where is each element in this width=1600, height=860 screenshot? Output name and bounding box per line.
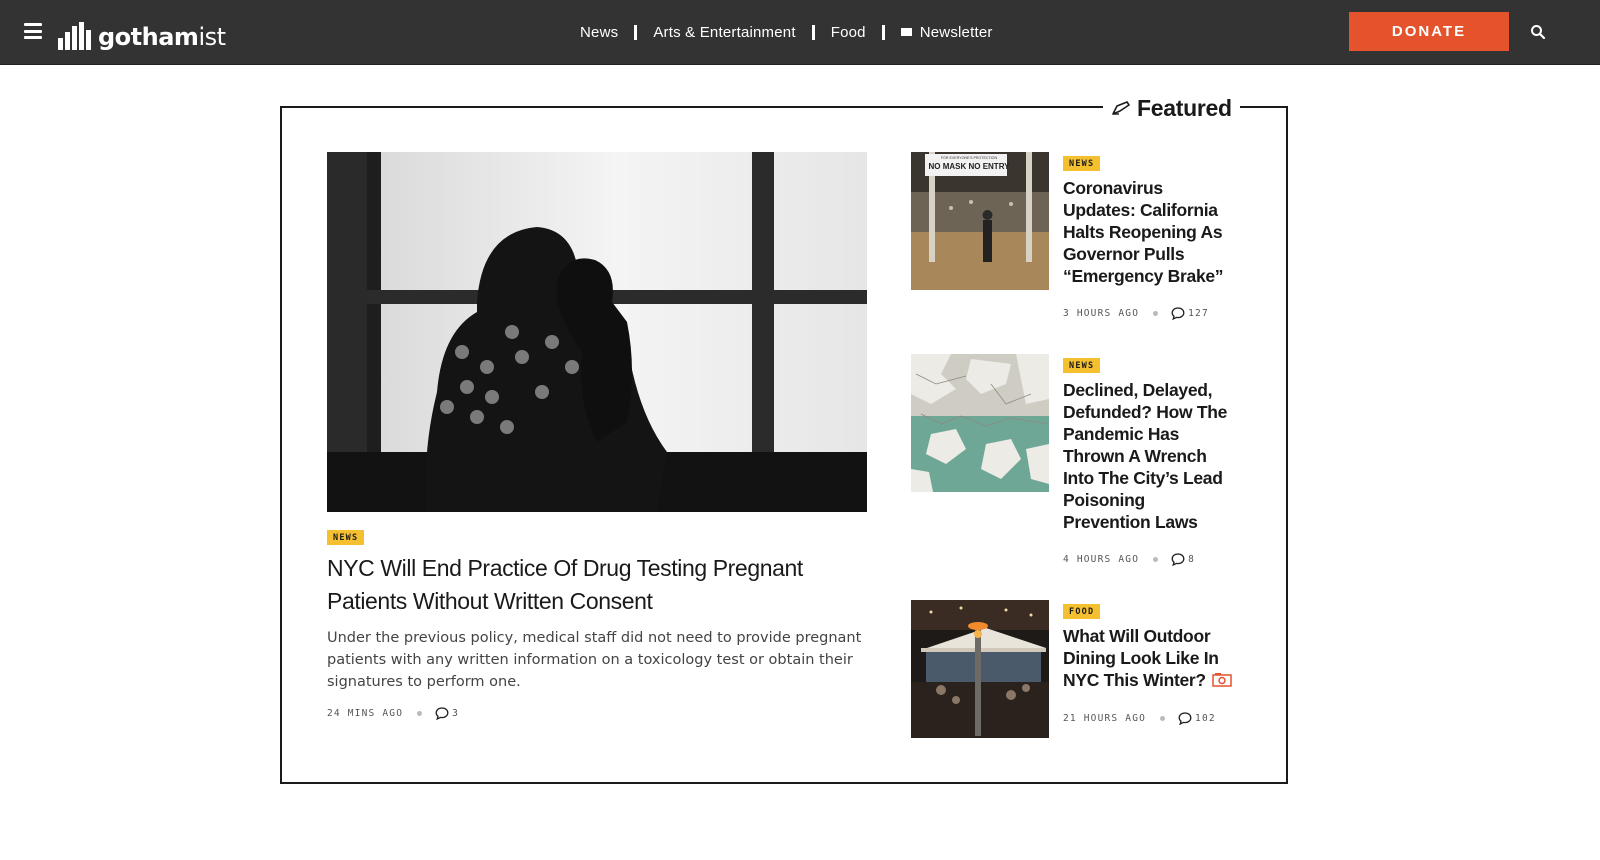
main-story-image[interactable] bbox=[327, 152, 867, 512]
featured-label: Featured bbox=[1137, 94, 1232, 121]
hamburger-icon[interactable] bbox=[24, 23, 42, 39]
side-story-image-lead-paint[interactable] bbox=[911, 354, 1049, 492]
meta-dot bbox=[417, 711, 423, 716]
side-story-title-dining-text: What Will Outdoor Dining Look Like In NY… bbox=[1063, 626, 1219, 690]
main-story-meta: 24 MINS AGO 3 bbox=[327, 707, 459, 720]
comment-icon bbox=[1178, 712, 1192, 725]
mail-icon bbox=[900, 27, 912, 36]
timestamp: 24 MINS AGO bbox=[327, 708, 404, 719]
top-bar: gothamist News Arts & Entertainment Food… bbox=[0, 0, 1600, 65]
category-badge[interactable]: FOOD bbox=[1063, 604, 1101, 619]
comment-count: 3 bbox=[452, 708, 460, 719]
side-story-meta-lead: 4 HOURS AGO 8 bbox=[1063, 553, 1195, 566]
nav-news[interactable]: News bbox=[580, 24, 618, 41]
comment-count: 102 bbox=[1195, 713, 1216, 724]
side-story-title-covid[interactable]: Coronavirus Updates: California Halts Re… bbox=[1063, 177, 1233, 287]
nav-arts-entertainment[interactable]: Arts & Entertainment bbox=[653, 24, 795, 41]
meta-dot bbox=[1160, 716, 1166, 721]
skyline-icon bbox=[58, 22, 91, 50]
nav-divider bbox=[811, 24, 815, 40]
photo-gallery-icon bbox=[1212, 672, 1232, 687]
side-story-meta-dining: 21 HOURS AGO 102 bbox=[1063, 712, 1216, 725]
featured-heading: Featured bbox=[1103, 92, 1240, 124]
side-story-title-dining[interactable]: What Will Outdoor Dining Look Like In NY… bbox=[1063, 625, 1233, 691]
nav-divider bbox=[881, 24, 885, 40]
main-story-title[interactable]: NYC Will End Practice Of Drug Testing Pr… bbox=[327, 552, 877, 618]
search-icon[interactable] bbox=[1530, 24, 1546, 40]
pen-icon bbox=[1112, 101, 1130, 115]
timestamp: 3 HOURS AGO bbox=[1063, 308, 1140, 319]
comment-icon bbox=[1171, 553, 1185, 566]
comment-icon bbox=[435, 707, 449, 720]
comment-count: 8 bbox=[1188, 554, 1196, 565]
sign-text: NO MASK NO ENTRY bbox=[928, 162, 1010, 171]
side-story-title-lead[interactable]: Declined, Delayed, Defunded? How The Pan… bbox=[1063, 379, 1233, 533]
category-badge[interactable]: NEWS bbox=[327, 530, 365, 545]
side-story-meta-covid: 3 HOURS AGO 127 bbox=[1063, 307, 1209, 320]
main-nav: News Arts & Entertainment Food Newslette… bbox=[580, 22, 993, 42]
timestamp: 21 HOURS AGO bbox=[1063, 713, 1147, 724]
nav-newsletter[interactable]: Newsletter bbox=[900, 23, 993, 41]
logo-wordmark: gothamist bbox=[98, 23, 226, 51]
gothamist-logo[interactable]: gothamist bbox=[58, 14, 226, 50]
side-story-image-outdoor-dining[interactable] bbox=[911, 600, 1049, 738]
comment-count: 127 bbox=[1188, 308, 1209, 319]
side-story-image-covid[interactable] bbox=[911, 152, 1049, 290]
comments-link[interactable]: 127 bbox=[1171, 307, 1209, 320]
category-badge[interactable]: NEWS bbox=[1063, 358, 1101, 373]
nav-newsletter-label: Newsletter bbox=[919, 23, 993, 41]
sign-small-text: FOR EVERYONE'S PROTECTION bbox=[940, 156, 998, 160]
meta-dot bbox=[1153, 311, 1159, 316]
timestamp: 4 HOURS AGO bbox=[1063, 554, 1140, 565]
nav-food[interactable]: Food bbox=[831, 24, 866, 41]
comments-link[interactable]: 8 bbox=[1171, 553, 1195, 566]
main-story-dek: Under the previous policy, medical staff… bbox=[327, 630, 862, 690]
comments-link[interactable]: 3 bbox=[435, 707, 459, 720]
category-badge[interactable]: NEWS bbox=[1063, 156, 1101, 171]
meta-dot bbox=[1153, 557, 1159, 562]
comment-icon bbox=[1171, 307, 1185, 320]
comments-link[interactable]: 102 bbox=[1178, 712, 1216, 725]
donate-button[interactable]: DONATE bbox=[1349, 12, 1509, 51]
nav-divider bbox=[634, 24, 638, 40]
